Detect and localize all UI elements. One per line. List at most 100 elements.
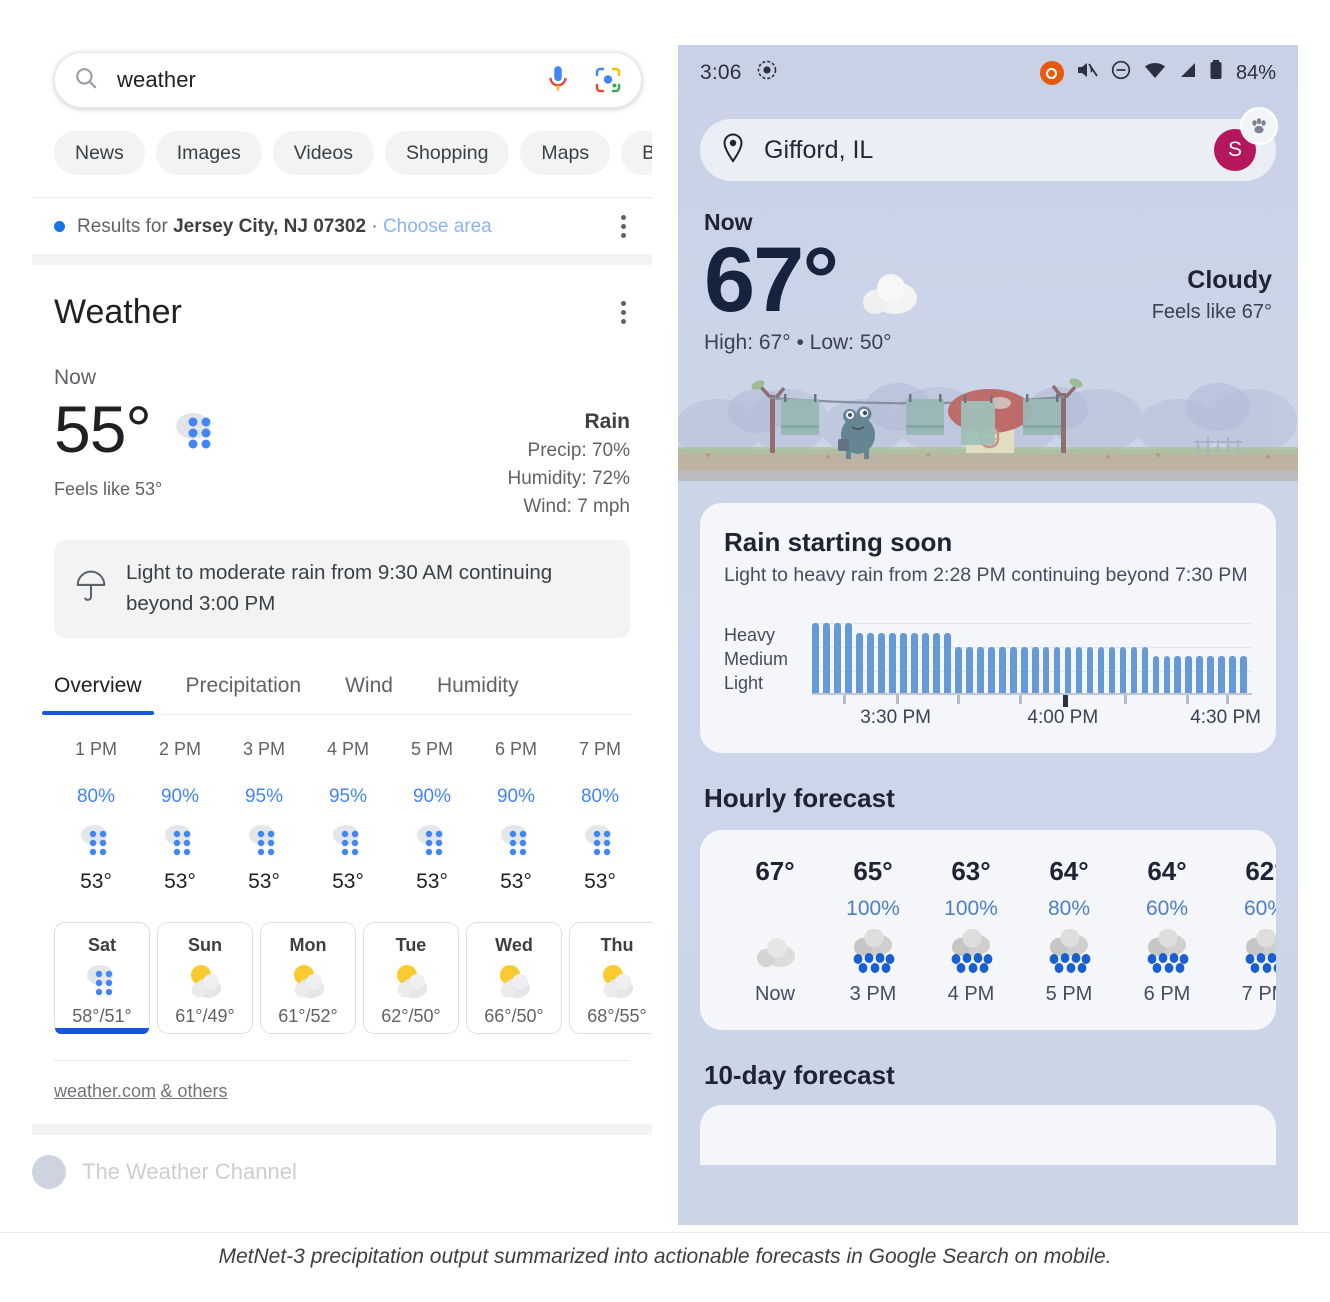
tab-wind[interactable]: Wind	[345, 668, 393, 714]
partly-sunny-icon	[158, 960, 252, 1004]
chip-shopping[interactable]: Shopping	[385, 131, 510, 175]
heavy-rain-icon	[1118, 927, 1216, 977]
hourly-precip-pct: 60%	[1243, 896, 1276, 920]
paw-icon[interactable]	[1240, 107, 1278, 145]
weather-illustration	[678, 362, 1298, 481]
partly-sunny-icon	[467, 960, 561, 1004]
hour-column[interactable]: 8 P 80 53	[642, 739, 652, 894]
chart-tick	[957, 694, 961, 704]
hourly-column[interactable]: 65° 100% 3 PM	[824, 856, 922, 1006]
weather-knowledge-card: Weather Now 55° Feels like 53° Rain Prec…	[32, 265, 652, 1102]
weather-overflow-menu-icon[interactable]	[621, 301, 630, 324]
hour-precip-pct: 80	[642, 786, 652, 808]
hourly-forecast-row[interactable]: 67° Now 65° 100% 3 PM 63° 100% 4 PM 64° 80% 5 PM 64…	[700, 856, 1276, 1006]
chart-bar	[965, 646, 973, 695]
rain-icon	[642, 820, 652, 864]
hourly-label: 7 PM	[1241, 982, 1276, 1005]
hour-column[interactable]: 2 PM 90% 53°	[138, 739, 222, 894]
source-link[interactable]: weather.com	[54, 1081, 156, 1101]
current-condition: Rain	[584, 410, 630, 433]
hour-temp: 53°	[332, 869, 364, 893]
day-name: Sun	[188, 934, 222, 955]
chart-bar	[855, 633, 863, 695]
day-card[interactable]: Mon 61°/52°	[260, 921, 356, 1034]
chart-bar	[888, 633, 896, 695]
heavy-rain-icon	[1020, 927, 1118, 977]
day-card[interactable]: Tue 62°/50°	[363, 921, 459, 1034]
hourly-forecast-card[interactable]: 67° Now 65° 100% 3 PM 63° 100% 4 PM 64° 80% 5 PM 64…	[700, 829, 1276, 1030]
search-bar[interactable]: weather	[54, 52, 642, 108]
location-search-bar[interactable]: Gifford, IL S	[700, 119, 1276, 181]
rain-icon	[222, 820, 306, 864]
hourly-column[interactable]: 64° 80% 5 PM	[1020, 856, 1118, 1006]
day-card[interactable]: Sat 58°/51°	[54, 921, 150, 1034]
hour-column[interactable]: 3 PM 95% 53°	[222, 739, 306, 894]
precipitation-chart: Heavy Medium Light	[724, 617, 1252, 695]
section-gap-bottom	[32, 1123, 652, 1135]
chart-bar	[1163, 656, 1171, 695]
daily-forecast-row[interactable]: Sat 58°/51° Sun 61°/49° Mon 61°/52° Tue 62°/50°…	[54, 921, 652, 1034]
wind-stat: Wind: 7 mph	[523, 496, 630, 517]
rain-card-title: Rain starting soon	[724, 526, 953, 557]
hour-column[interactable]: 1 PM 80% 53°	[54, 739, 138, 894]
day-temps: 62°/50°	[381, 1005, 441, 1026]
hour-precip-pct: 80%	[580, 785, 620, 807]
hourly-label: 6 PM	[1143, 982, 1191, 1005]
hourly-label: 3 PM	[849, 982, 897, 1005]
high-low: High: 67° • Low: 50°	[704, 330, 892, 354]
day-card[interactable]: Sun 61°/49°	[157, 921, 253, 1034]
chart-bar	[833, 622, 841, 695]
tab-humidity[interactable]: Humidity	[437, 668, 519, 714]
ten-day-forecast-card[interactable]	[700, 1104, 1276, 1165]
tab-overview[interactable]: Overview	[42, 668, 154, 715]
hour-column[interactable]: 7 PM 80% 53°	[558, 739, 642, 894]
rain-icon	[558, 820, 642, 864]
chip-images[interactable]: Images	[155, 131, 262, 175]
search-icon	[73, 65, 99, 96]
feels-like: Feels like 67°	[1151, 301, 1272, 323]
chip-books[interactable]: B	[621, 131, 652, 175]
umbrella-icon	[74, 569, 108, 608]
chart-tick	[895, 694, 899, 704]
hourly-temp: 67°	[755, 855, 795, 886]
source-others-link[interactable]: & others	[161, 1081, 228, 1101]
chart-bar	[1130, 646, 1138, 695]
hourly-column[interactable]: 63° 100% 4 PM	[922, 856, 1020, 1006]
google-lens-icon[interactable]	[593, 65, 623, 95]
precip-stat: Precip: 70%	[527, 440, 630, 461]
hourly-column[interactable]: 62° 60% 7 PM	[1216, 856, 1276, 1006]
rain-icon	[306, 820, 390, 864]
day-card[interactable]: Wed 66°/50°	[466, 921, 562, 1034]
chip-maps[interactable]: Maps	[520, 131, 611, 175]
hour-column[interactable]: 6 PM 90% 53°	[474, 739, 558, 894]
location-dot-icon	[54, 221, 65, 232]
chart-bars	[812, 617, 1252, 695]
mute-icon	[1075, 59, 1099, 87]
chip-videos[interactable]: Videos	[272, 131, 374, 175]
rain-starting-soon-card: Rain starting soon Light to heavy rain f…	[700, 502, 1276, 753]
hour-time: 8 P	[642, 739, 652, 760]
results-overflow-menu-icon[interactable]	[621, 215, 630, 238]
day-card[interactable]: Thu 68°/55°	[569, 921, 652, 1034]
chart-bar	[954, 646, 962, 695]
hourly-column[interactable]: 67° Now	[726, 856, 824, 1006]
hour-time: 1 PM	[74, 738, 117, 759]
hourly-column[interactable]: 64° 60% 6 PM	[1118, 856, 1216, 1006]
chart-tick	[842, 694, 846, 704]
chart-x-ticks	[812, 694, 1252, 707]
chart-bar	[1229, 656, 1237, 695]
chart-bar	[921, 633, 929, 695]
hour-column[interactable]: 5 PM 90% 53°	[390, 739, 474, 894]
battery-percent: 84%	[1235, 61, 1276, 84]
screen-record-icon	[756, 59, 778, 87]
hour-column[interactable]: 4 PM 95% 53°	[306, 739, 390, 894]
weather-current-block: 55° Feels like 53° Rain Precip: 70% Humi…	[54, 396, 630, 518]
chart-bar	[1141, 646, 1149, 695]
next-search-result[interactable]: The Weather Channel	[32, 1135, 652, 1189]
microphone-icon[interactable]	[545, 64, 571, 96]
hourly-forecast-row[interactable]: 1 PM 80% 53° 2 PM 90% 53° 3 PM 95% 53° 4 PM 95% 53°…	[54, 739, 630, 894]
chip-news[interactable]: News	[54, 131, 145, 175]
tab-precipitation[interactable]: Precipitation	[186, 668, 302, 714]
choose-area-link[interactable]: Choose area	[383, 216, 492, 238]
search-input[interactable]: weather	[117, 67, 545, 93]
